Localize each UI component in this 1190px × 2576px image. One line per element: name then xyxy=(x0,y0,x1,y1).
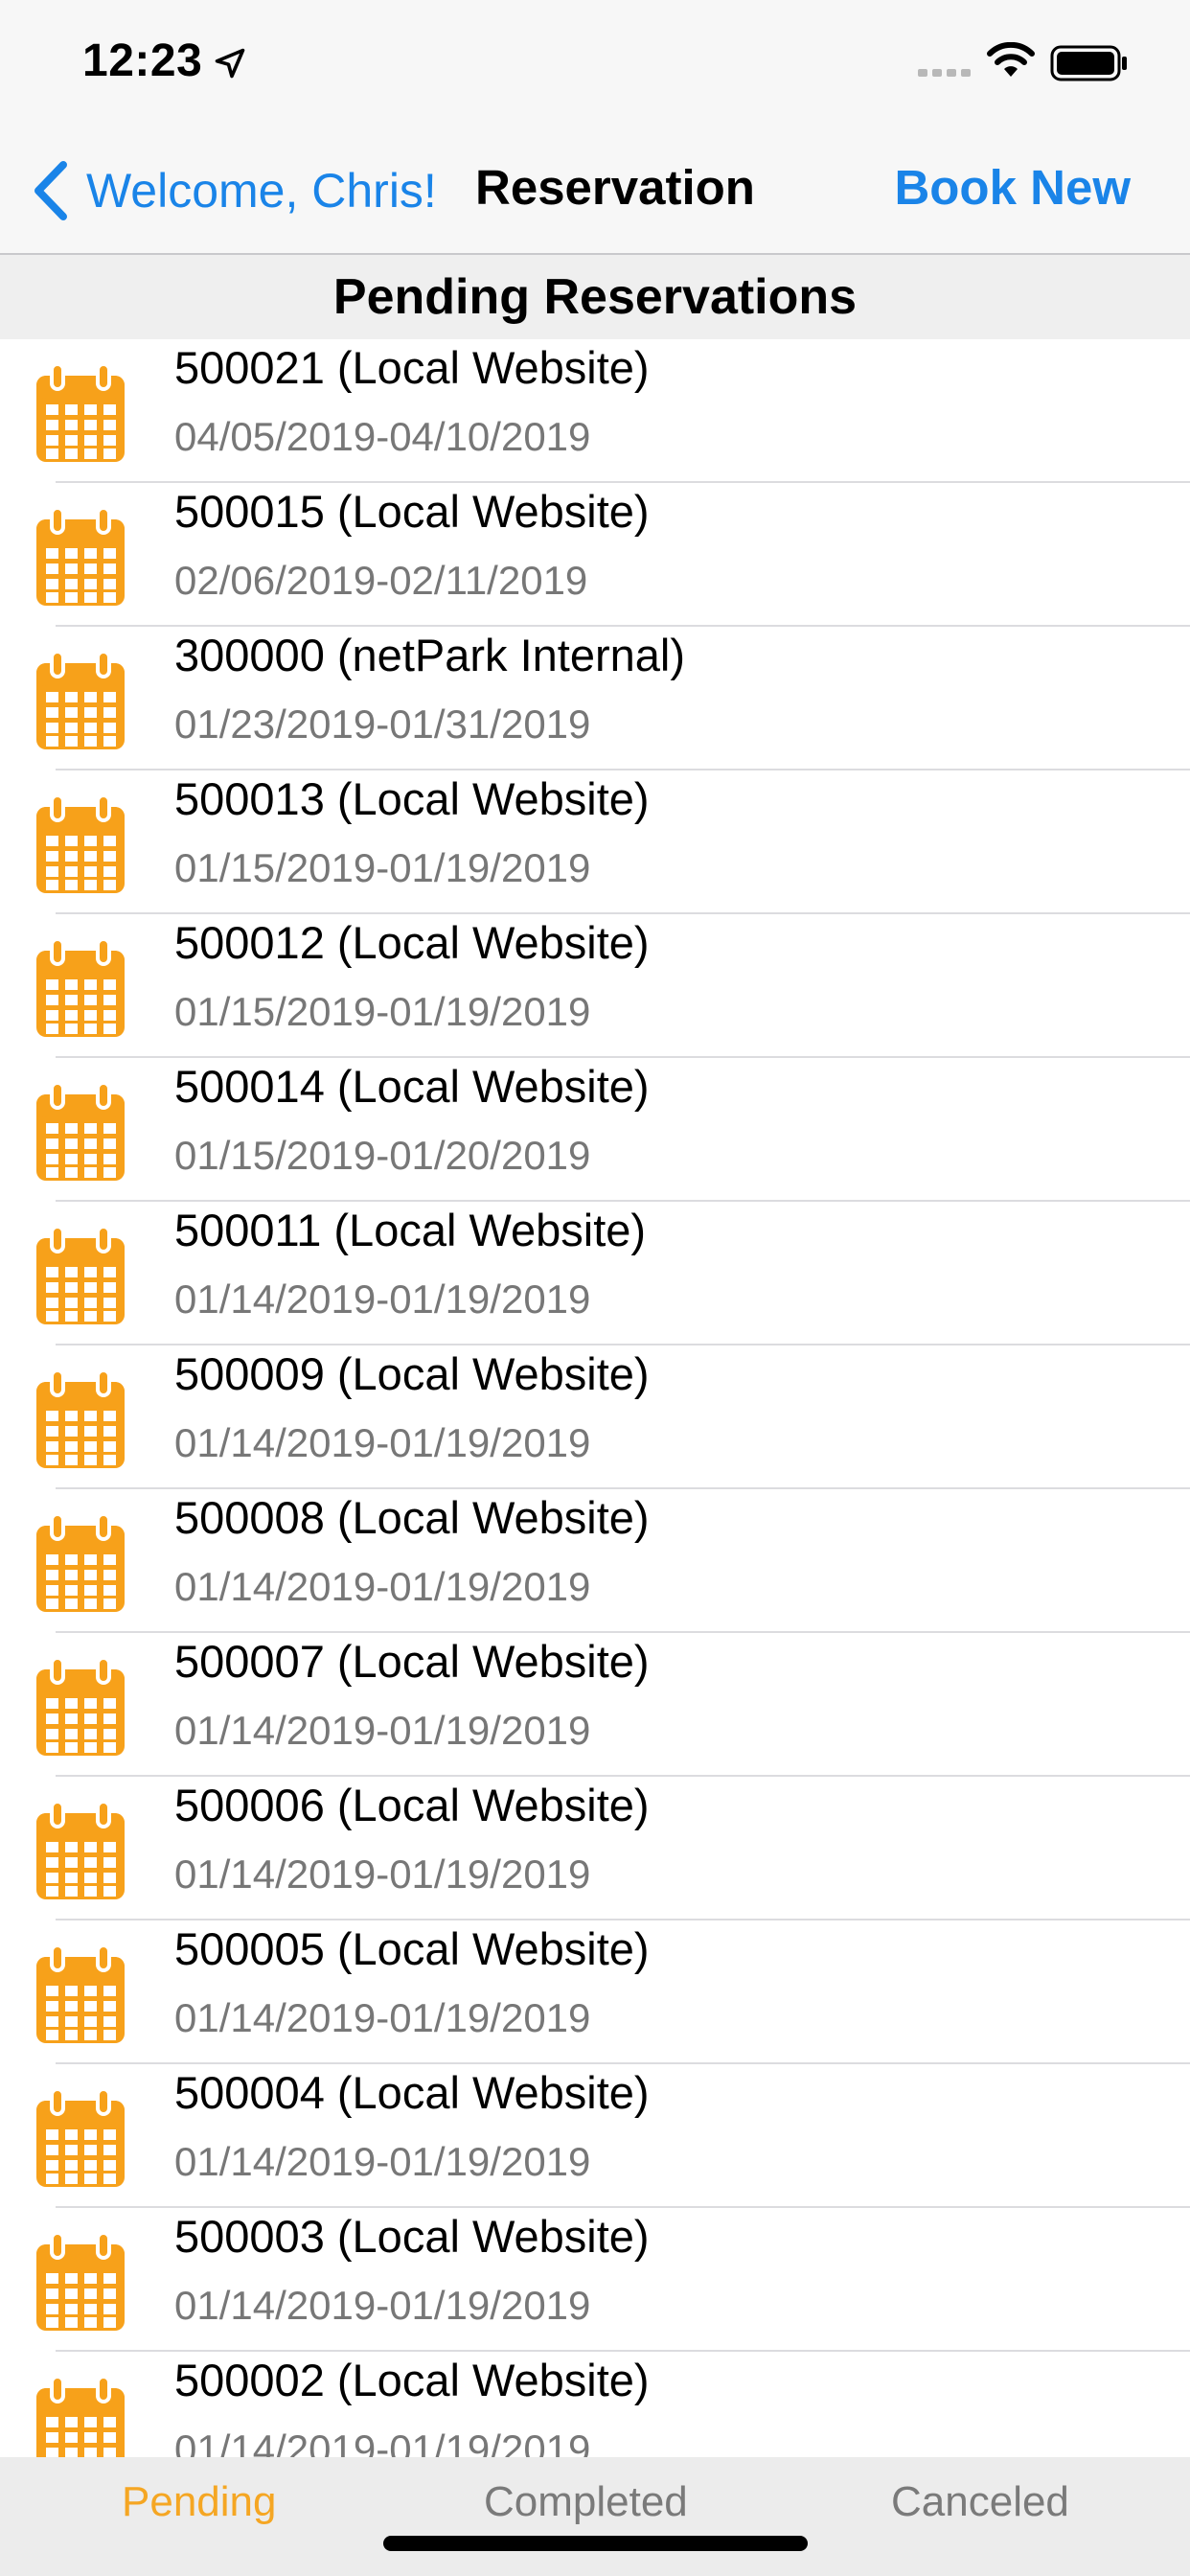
reservation-list[interactable]: 500021 (Local Website) 04/05/2019-04/10/2… xyxy=(0,339,1190,2457)
reservation-title: 500003 (Local Website) xyxy=(174,2211,650,2262)
reservation-title: 500021 (Local Website) xyxy=(174,342,650,393)
reservation-title: 500015 (Local Website) xyxy=(174,486,650,537)
reservation-dates: 01/15/2019-01/20/2019 xyxy=(174,1133,591,1178)
reservation-row[interactable]: 300000 (netPark Internal) 01/23/2019-01/3… xyxy=(0,627,1190,770)
calendar-icon xyxy=(33,2087,128,2191)
page-title: Reservation xyxy=(475,160,755,215)
calendar-icon xyxy=(33,1081,128,1184)
reservation-row[interactable]: 500007 (Local Website) 01/14/2019-01/19/2… xyxy=(0,1633,1190,1777)
calendar-icon xyxy=(33,1800,128,1903)
reservation-row[interactable]: 500002 (Local Website) 01/14/2019-01/19/2… xyxy=(0,2352,1190,2457)
reservation-title: 500011 (Local Website) xyxy=(174,1205,647,1255)
home-indicator xyxy=(383,2536,808,2551)
calendar-icon xyxy=(33,1225,128,1328)
calendar-icon xyxy=(33,1368,128,1472)
reservation-row[interactable]: 500005 (Local Website) 01/14/2019-01/19/2… xyxy=(0,1920,1190,2064)
reservation-row[interactable]: 500003 (Local Website) 01/14/2019-01/19/2… xyxy=(0,2208,1190,2352)
calendar-icon xyxy=(33,650,128,753)
reservation-dates: 04/05/2019-04/10/2019 xyxy=(174,414,591,459)
calendar-icon xyxy=(33,1944,128,2047)
chevron-left-icon xyxy=(34,161,67,220)
reservation-dates: 02/06/2019-02/11/2019 xyxy=(174,558,588,603)
battery-icon xyxy=(1050,45,1127,81)
calendar-icon xyxy=(33,937,128,1041)
wifi-icon xyxy=(987,42,1035,77)
reservation-title: 500002 (Local Website) xyxy=(174,2355,650,2405)
section-header: Pending Reservations xyxy=(0,255,1190,339)
reservation-row[interactable]: 500004 (Local Website) 01/14/2019-01/19/2… xyxy=(0,2064,1190,2208)
calendar-icon xyxy=(33,2375,128,2457)
reservation-title: 500004 (Local Website) xyxy=(174,2067,650,2118)
reservation-title: 500012 (Local Website) xyxy=(174,917,650,968)
reservation-row[interactable]: 500009 (Local Website) 01/14/2019-01/19/2… xyxy=(0,1346,1190,1489)
back-button-label: Welcome, Chris! xyxy=(86,164,437,218)
book-new-button[interactable]: Book New xyxy=(894,159,1131,216)
reservation-title: 500014 (Local Website) xyxy=(174,1061,650,1112)
reservation-title: 500006 (Local Website) xyxy=(174,1780,650,1830)
reservation-dates: 01/14/2019-01/19/2019 xyxy=(174,1564,591,1609)
cellular-signal-icon xyxy=(918,69,971,77)
reservation-title: 500005 (Local Website) xyxy=(174,1923,650,1974)
reservation-title: 500009 (Local Website) xyxy=(174,1348,650,1399)
back-button[interactable]: Welcome, Chris! xyxy=(29,157,437,224)
reservation-title: 500013 (Local Website) xyxy=(174,773,650,824)
reservation-dates: 01/23/2019-01/31/2019 xyxy=(174,702,591,747)
reservation-row[interactable]: 500021 (Local Website) 04/05/2019-04/10/2… xyxy=(0,339,1190,483)
reservation-row[interactable]: 500012 (Local Website) 01/15/2019-01/19/2… xyxy=(0,914,1190,1058)
reservation-row[interactable]: 500015 (Local Website) 02/06/2019-02/11/2… xyxy=(0,483,1190,627)
reservation-title: 500007 (Local Website) xyxy=(174,1636,650,1687)
tab-bar: Pending Completed Canceled xyxy=(0,2457,1190,2576)
tab-canceled[interactable]: Canceled xyxy=(891,2478,1069,2526)
tab-pending[interactable]: Pending xyxy=(122,2478,276,2526)
reservation-row[interactable]: 500011 (Local Website) 01/14/2019-01/19/2… xyxy=(0,1202,1190,1346)
reservation-dates: 01/14/2019-01/19/2019 xyxy=(174,1276,591,1322)
reservation-dates: 01/14/2019-01/19/2019 xyxy=(174,1420,591,1465)
calendar-icon xyxy=(33,362,128,466)
reservation-dates: 01/15/2019-01/19/2019 xyxy=(174,845,591,890)
reservation-row[interactable]: 500006 (Local Website) 01/14/2019-01/19/2… xyxy=(0,1777,1190,1920)
reservation-row[interactable]: 500008 (Local Website) 01/14/2019-01/19/2… xyxy=(0,1489,1190,1633)
calendar-icon xyxy=(33,506,128,610)
reservation-row[interactable]: 500013 (Local Website) 01/15/2019-01/19/2… xyxy=(0,770,1190,914)
reservation-dates: 01/14/2019-01/19/2019 xyxy=(174,2139,591,2184)
calendar-icon xyxy=(33,1656,128,1760)
reservation-title: 300000 (netPark Internal) xyxy=(174,630,685,680)
calendar-icon xyxy=(33,794,128,897)
calendar-icon xyxy=(33,1512,128,1616)
calendar-icon xyxy=(33,2231,128,2334)
navigation-bar: Welcome, Chris! Reservation Book New xyxy=(0,126,1190,255)
reservation-title: 500008 (Local Website) xyxy=(174,1492,650,1543)
reservation-dates: 01/14/2019-01/19/2019 xyxy=(174,1852,591,1897)
status-bar: 12:23 xyxy=(0,0,1190,126)
reservation-dates: 01/14/2019-01/19/2019 xyxy=(174,1995,591,2040)
status-time: 12:23 xyxy=(82,35,203,86)
reservation-dates: 01/14/2019-01/19/2019 xyxy=(174,2426,591,2457)
tab-completed[interactable]: Completed xyxy=(484,2478,688,2526)
reservation-dates: 01/14/2019-01/19/2019 xyxy=(174,2283,591,2328)
reservation-dates: 01/15/2019-01/19/2019 xyxy=(174,989,591,1034)
reservation-dates: 01/14/2019-01/19/2019 xyxy=(174,1708,591,1753)
reservation-row[interactable]: 500014 (Local Website) 01/15/2019-01/20/2… xyxy=(0,1058,1190,1202)
location-arrow-icon xyxy=(215,48,245,79)
